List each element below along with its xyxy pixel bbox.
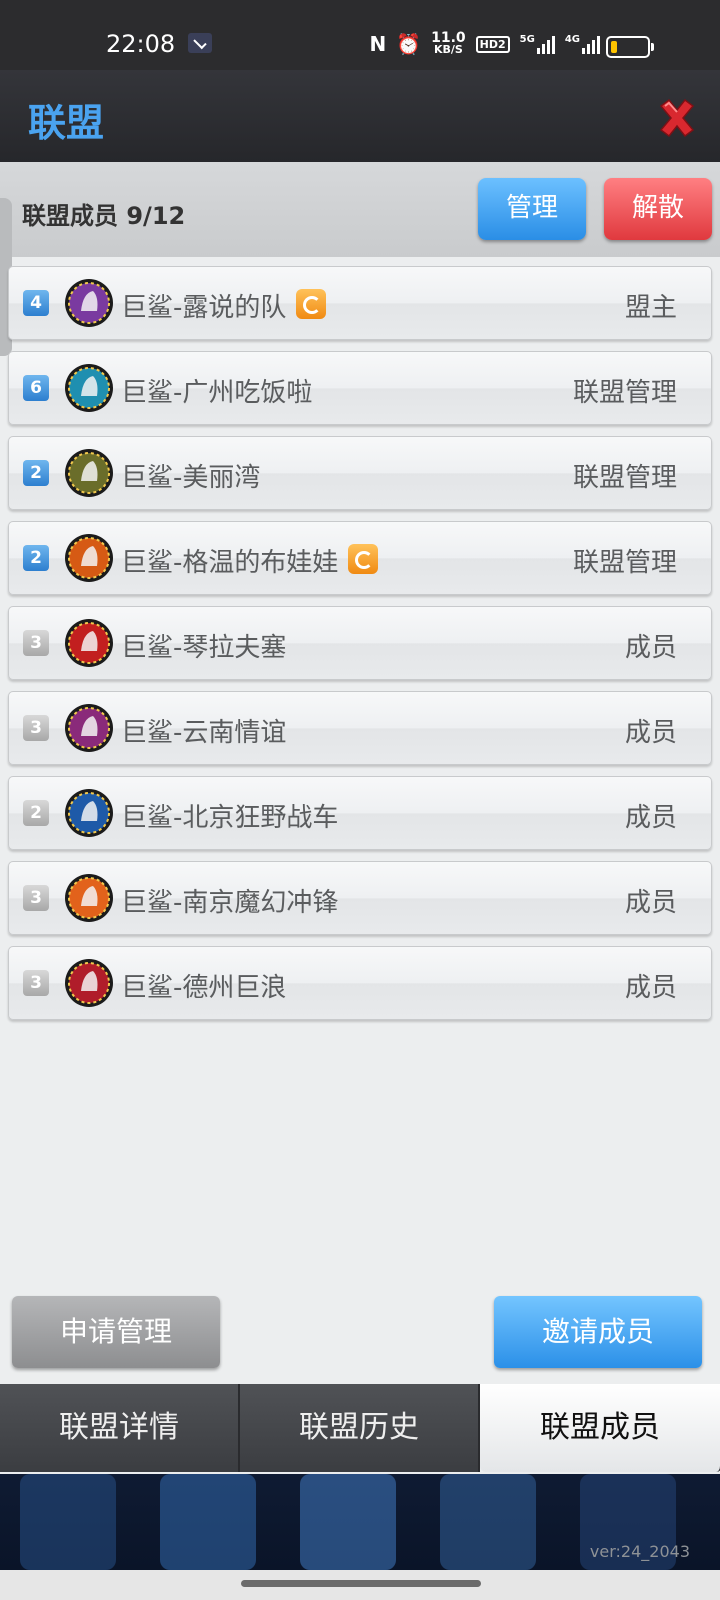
page-title: 联盟 (28, 101, 105, 145)
tab-alliance-details[interactable]: 联盟详情 (0, 1384, 240, 1472)
member-row[interactable]: 2 巨鲨-美丽湾 联盟管理 (8, 436, 712, 510)
member-name: 巨鲨-南京魔幻冲锋 (121, 882, 338, 919)
member-name-text: 巨鲨-南京魔幻冲锋 (121, 888, 339, 918)
member-name-text: 巨鲨-琴拉夫塞 (121, 633, 287, 663)
message-notification-icon (188, 33, 212, 53)
member-role: 成员 (624, 803, 677, 833)
manage-button[interactable]: 管理 (478, 178, 586, 240)
network-speed: 11.0 KB/S (431, 31, 466, 56)
member-name: 巨鲨-北京狂野战车 (121, 797, 338, 834)
member-avatar-icon[interactable] (63, 362, 115, 414)
member-row[interactable]: 3 巨鲨-云南情谊 成员 (8, 691, 712, 765)
member-row[interactable]: 6 巨鲨-广州吃饭啦 联盟管理 (8, 351, 712, 425)
bg-game-icon (300, 1474, 396, 1570)
member-role: 成员 (624, 973, 677, 1003)
sync-icon (348, 544, 379, 574)
member-name-text: 巨鲨-北京狂野战车 (121, 803, 339, 833)
member-avatar-icon[interactable] (63, 617, 115, 669)
member-avatar-icon[interactable] (63, 702, 115, 754)
member-avatar-icon[interactable] (63, 447, 115, 499)
member-name: 巨鲨-广州吃饭啦 (121, 372, 312, 409)
signal-4g-icon: 4G (565, 34, 600, 54)
member-level-badge: 3 (23, 715, 49, 741)
member-level-badge: 3 (23, 630, 49, 656)
member-name: 巨鲨-露说的队 (121, 287, 327, 324)
member-role: 联盟管理 (572, 463, 677, 493)
tab-alliance-history[interactable]: 联盟历史 (240, 1384, 480, 1472)
member-role: 联盟管理 (572, 548, 677, 578)
member-name-text: 巨鲨-美丽湾 (121, 463, 261, 493)
member-level-badge: 3 (23, 970, 49, 996)
alarm-icon: ⏰ (396, 32, 422, 56)
member-name-text: 巨鲨-格温的布娃娃 (121, 548, 339, 578)
member-row[interactable]: 3 巨鲨-南京魔幻冲锋 成员 (8, 861, 712, 935)
status-time: 22:08 (106, 30, 176, 58)
title-bar: 联盟 (0, 70, 720, 162)
member-name-text: 巨鲨-德州巨浪 (121, 973, 287, 1003)
sync-icon (296, 289, 327, 319)
member-name: 巨鲨-格温的布娃娃 (121, 542, 379, 579)
home-gesture-handle[interactable] (241, 1580, 481, 1587)
member-role: 盟主 (624, 293, 677, 323)
member-avatar-icon[interactable] (63, 532, 115, 584)
member-level-badge: 6 (23, 375, 49, 401)
bg-game-icon (20, 1474, 116, 1570)
member-name: 巨鲨-云南情谊 (121, 712, 286, 749)
version-label: ver:24_2043 (589, 1542, 690, 1561)
bg-game-icon (440, 1474, 536, 1570)
member-role: 成员 (624, 888, 677, 918)
member-row[interactable]: 4 巨鲨-露说的队 盟主 (8, 266, 712, 340)
disband-button[interactable]: 解散 (604, 178, 712, 240)
signal-5g-icon: 5G (520, 34, 555, 54)
member-role: 联盟管理 (572, 378, 677, 408)
tab-alliance-members[interactable]: 联盟成员 (480, 1384, 720, 1472)
member-level-badge: 2 (23, 545, 49, 571)
close-icon[interactable] (655, 96, 699, 140)
signal-4g-label: 4G (564, 34, 580, 45)
member-name: 巨鲨-德州巨浪 (121, 967, 286, 1004)
member-level-badge: 3 (23, 885, 49, 911)
bg-game-icon (160, 1474, 256, 1570)
hd-icon: HD2 (475, 35, 510, 53)
apply-management-button[interactable]: 申请管理 (12, 1296, 220, 1368)
member-name: 巨鲨-美丽湾 (121, 457, 260, 494)
nfc-icon: N (369, 32, 387, 56)
member-name-text: 巨鲨-露说的队 (121, 293, 287, 323)
member-list: 4 巨鲨-露说的队 盟主 6 巨鲨-广州吃饭啦 联盟管理 2 巨鲨-美丽湾 联盟管理 2 巨鲨-格温… (8, 266, 712, 1031)
member-row[interactable]: 2 巨鲨-北京狂野战车 成员 (8, 776, 712, 850)
signal-5g-label: 5G (519, 34, 535, 45)
member-row[interactable]: 3 巨鲨-德州巨浪 成员 (8, 946, 712, 1020)
network-speed-unit: KB/S (433, 43, 463, 56)
invite-member-button[interactable]: 邀请成员 (494, 1296, 702, 1368)
member-row[interactable]: 2 巨鲨-格温的布娃娃 联盟管理 (8, 521, 712, 595)
member-name-text: 巨鲨-广州吃饭啦 (121, 378, 313, 408)
member-level-badge: 4 (23, 290, 49, 316)
member-name: 巨鲨-琴拉夫塞 (121, 627, 286, 664)
member-level-badge: 2 (23, 800, 49, 826)
member-role: 成员 (624, 718, 677, 748)
member-name-text: 巨鲨-云南情谊 (121, 718, 287, 748)
member-avatar-icon[interactable] (63, 787, 115, 839)
member-avatar-icon[interactable] (63, 277, 115, 329)
member-avatar-icon[interactable] (63, 872, 115, 924)
tab-bar: 联盟详情 联盟历史 联盟成员 (0, 1384, 720, 1474)
status-bar: 22:08 N ⏰ 11.0 KB/S HD2 5G 4G (0, 0, 720, 70)
battery-icon (606, 36, 654, 58)
members-count: 联盟成员 9/12 (22, 202, 186, 230)
member-level-badge: 2 (23, 460, 49, 486)
member-avatar-icon[interactable] (63, 957, 115, 1009)
member-row[interactable]: 3 巨鲨-琴拉夫塞 成员 (8, 606, 712, 680)
member-role: 成员 (624, 633, 677, 663)
